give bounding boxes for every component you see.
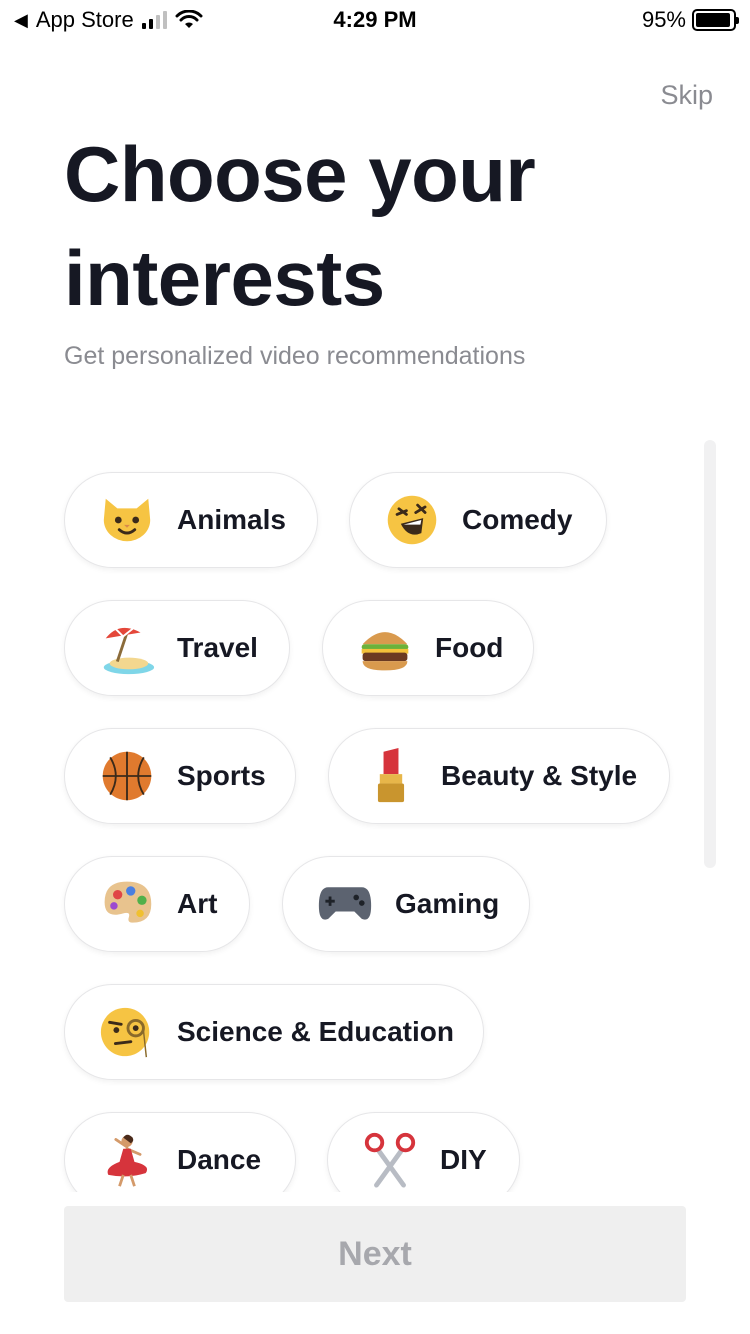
scrollbar[interactable] [704,440,716,868]
interest-chip-comedy[interactable]: Comedy [349,472,607,568]
interest-label: DIY [440,1144,487,1175]
interest-chip-beauty-style[interactable]: Beauty & Style [328,728,670,824]
cat-face-icon [95,488,159,552]
interest-chip-food[interactable]: Food [322,600,534,696]
interest-label: Science & Education [177,1016,454,1047]
laughing-face-icon [380,488,444,552]
interest-label: Comedy [462,504,573,535]
interest-chip-science-education[interactable]: Science & Education [64,984,484,1080]
dancer-icon [95,1128,159,1192]
lipstick-icon [359,744,423,808]
interest-chip-travel[interactable]: Travel [64,600,290,696]
interest-chip-sports[interactable]: Sports [64,728,296,824]
interest-label: Sports [177,760,266,791]
battery-percent: 95% [641,7,686,32]
interest-label: Gaming [395,888,500,919]
interest-label: Art [177,888,218,919]
interest-chip-art[interactable]: Art [64,856,250,952]
interests-list[interactable]: Animals Comedy Travel Food Sports Beauty… [0,440,750,1192]
interest-chip-gaming[interactable]: Gaming [282,856,530,952]
basketball-icon [95,744,159,808]
next-button[interactable]: Next [64,1206,686,1302]
skip-button[interactable]: Skip [660,80,713,111]
interest-chip-diy[interactable]: DIY [327,1112,520,1192]
interest-label: Food [435,632,504,663]
interest-label: Travel [177,632,258,663]
interest-label: Animals [177,504,286,535]
palette-icon [95,872,159,936]
burger-icon [353,616,417,680]
battery-icon [692,9,739,31]
page-title: Choose your interests [64,130,536,322]
clock: 4:29 PM [333,7,417,32]
status-bar: ◀ App Store 4:29 PM 95% [0,0,750,40]
beach-umbrella-icon [95,616,159,680]
interest-label: Beauty & Style [441,760,638,791]
scissors-icon [358,1128,422,1192]
page-subtitle: Get personalized video recommendations [64,342,526,370]
interest-chip-dance[interactable]: Dance [64,1112,296,1192]
interest-chip-animals[interactable]: Animals [64,472,318,568]
game-controller-icon [313,872,377,936]
interest-label: Dance [177,1144,262,1175]
monocle-face-icon [95,1000,159,1064]
battery-status: 95% [641,7,739,33]
